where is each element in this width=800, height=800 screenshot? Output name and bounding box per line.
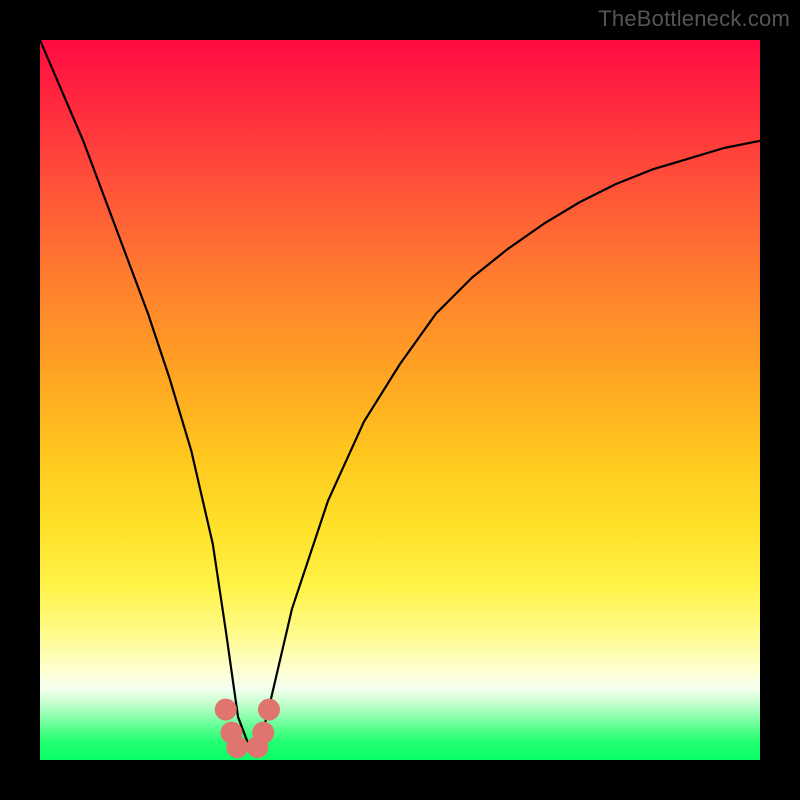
marker-dot [226, 736, 248, 758]
bottleneck-curve-line [40, 40, 760, 749]
marker-dots [215, 699, 280, 758]
marker-dot [252, 722, 274, 744]
marker-dot [215, 699, 237, 721]
plot-area [40, 40, 760, 760]
watermark-text: TheBottleneck.com [598, 6, 790, 32]
curve-svg [40, 40, 760, 760]
chart-frame: TheBottleneck.com [0, 0, 800, 800]
marker-dot [258, 699, 280, 721]
